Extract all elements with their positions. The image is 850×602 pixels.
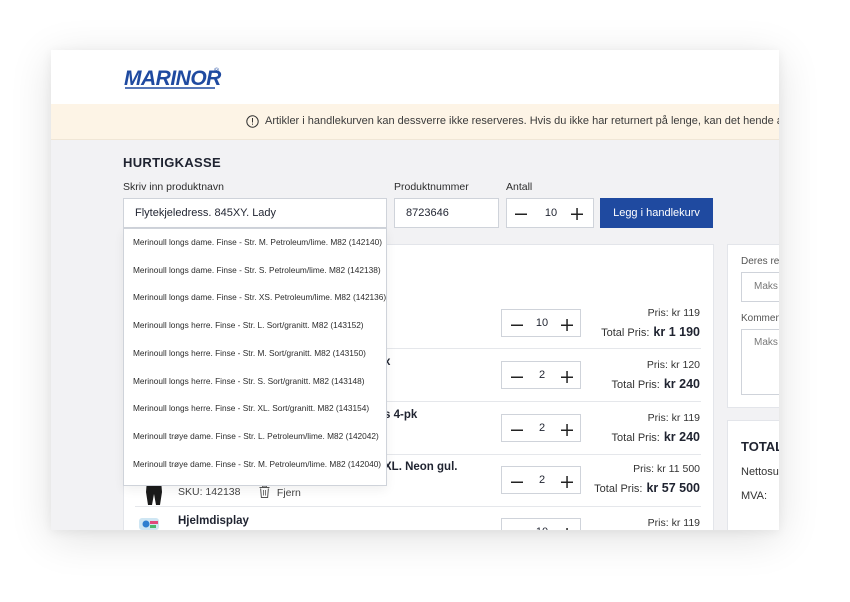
notice-banner: Artikler i handlekurven kan dessverre ik…: [51, 104, 779, 140]
plus-icon[interactable]: [571, 207, 583, 225]
total-price: Total Pris: kr 240: [612, 430, 700, 444]
suggestion-item[interactable]: Merinoull longs dame. Finse - Str. XS. P…: [124, 284, 386, 312]
comment-label: Kommen: [741, 313, 779, 324]
notice-text: Artikler i handlekurven kan dessverre ik…: [265, 115, 779, 127]
quantity-label: Antall: [506, 181, 533, 193]
product-number-input[interactable]: 8723646: [394, 198, 499, 228]
net-sum-label: Nettosu: [741, 466, 779, 478]
total-value: kr 240: [663, 377, 700, 391]
price-label: Pris:: [647, 307, 669, 319]
price-value: kr 119: [671, 412, 700, 424]
unit-price: Pris: kr 120: [647, 359, 700, 371]
minus-icon[interactable]: [511, 318, 523, 336]
suggestion-item[interactable]: Merinoull longs herre. Finse - Str. L. S…: [124, 312, 386, 340]
product-name-input[interactable]: Flytekjeledress. 845XY. Lady: [123, 198, 387, 228]
minus-icon[interactable]: [511, 475, 523, 493]
total-label: Total Pris:: [611, 432, 660, 444]
trash-icon: [259, 484, 270, 498]
suggestion-item[interactable]: Merinoull longs dame. Finse - Str. M. Pe…: [124, 229, 386, 257]
remove-label: Fjern: [276, 487, 301, 499]
price-value: kr 119: [671, 307, 700, 319]
unit-price: Pris: kr 119: [648, 307, 700, 319]
total-label: Total Pris:: [601, 327, 650, 339]
product-name-label: Skriv inn produktnavn: [123, 181, 224, 193]
cart-qty-stepper[interactable]: 10: [501, 309, 581, 337]
row-divider: [135, 506, 701, 507]
unit-price: Pris: kr 119: [648, 517, 700, 529]
plus-icon[interactable]: [561, 423, 573, 441]
product-number-label: Produktnummer: [394, 181, 469, 193]
suggestion-item[interactable]: Merinoull longs herre. Finse - Str. M. S…: [124, 340, 386, 368]
quantity-stepper[interactable]: 10: [506, 198, 594, 228]
suggestion-item[interactable]: Merinoull longs herre. Finse - Str. S. S…: [124, 368, 386, 396]
cart-qty-value: 2: [538, 422, 546, 434]
total-label: Total Pris:: [594, 483, 643, 495]
cart-qty-stepper[interactable]: 2: [501, 361, 581, 389]
price-label: Pris:: [646, 359, 668, 371]
svg-text:®: ®: [214, 67, 220, 75]
app-window: MARINOR ® Artikler i handlekurven kan de…: [51, 50, 779, 530]
plus-icon[interactable]: [561, 318, 573, 336]
price-label: Pris:: [647, 412, 669, 424]
unit-price: Pris: kr 11 500: [633, 463, 700, 475]
cart-qty-stepper[interactable]: 2: [501, 414, 581, 442]
plus-icon[interactable]: [561, 527, 573, 530]
cart-qty-value: 2: [538, 369, 546, 381]
product-name: XL. Neon gul.: [384, 461, 458, 473]
marinor-logo[interactable]: MARINOR ®: [123, 62, 223, 95]
total-price: Total Pris: kr 1 190: [601, 325, 700, 339]
suggestion-item[interactable]: Merinoull trøye dame. Finse - Str. M. Pe…: [124, 451, 386, 479]
product-suggestions-dropdown: Merinoull longs dame. Finse - Str. M. Pe…: [123, 228, 387, 486]
info-icon: [246, 115, 259, 131]
cart-qty-value: 10: [528, 526, 556, 530]
total-price: Total Pris: kr 57 500: [594, 481, 700, 495]
marinor-logo-mark: MARINOR ®: [124, 67, 223, 90]
reference-label: Deres re: [741, 256, 779, 267]
total-value: kr 240: [663, 430, 700, 444]
minus-icon[interactable]: [515, 207, 527, 225]
product-sku: SKU: 142138: [178, 486, 241, 498]
minus-icon[interactable]: [511, 370, 523, 388]
cart-qty-stepper[interactable]: 2: [501, 466, 581, 494]
unit-price: Pris: kr 119: [648, 412, 700, 424]
suggestion-item[interactable]: Merinoull longs dame. Finse - Str. S. Pe…: [124, 257, 386, 285]
price-label: Pris:: [647, 517, 669, 529]
suggestion-item[interactable]: Merinoull longs herre. Finse - Str. XL. …: [124, 395, 386, 423]
product-name: s 4-pk: [384, 409, 418, 421]
minus-icon[interactable]: [511, 423, 523, 441]
cart-qty-value: 10: [535, 317, 549, 329]
minus-icon[interactable]: [511, 527, 523, 530]
totals-title: TOTAL: [741, 439, 779, 454]
product-image: [138, 516, 162, 530]
price-value: kr 120: [670, 359, 700, 371]
total-price: Total Pris: kr 240: [612, 377, 700, 391]
remove-button[interactable]: Fjern: [259, 484, 301, 499]
add-to-cart-button[interactable]: Legg i handlekurv: [600, 198, 713, 228]
cart-qty-value: 2: [538, 474, 546, 486]
plus-icon[interactable]: [561, 370, 573, 388]
site-header: MARINOR ®: [51, 50, 779, 104]
svg-text:MARINOR: MARINOR: [124, 67, 222, 90]
cart-qty-stepper[interactable]: 10: [501, 518, 581, 530]
price-label: Pris:: [633, 463, 655, 475]
price-value: kr 119: [671, 517, 700, 529]
vat-label: MVA:: [741, 490, 768, 502]
quick-checkout-title: HURTIGKASSE: [123, 155, 221, 170]
comment-textarea[interactable]: Maks: [741, 329, 779, 395]
product-name: Hjelmdisplay: [178, 515, 249, 527]
total-value: kr 1 190: [653, 325, 700, 339]
reference-input[interactable]: Maks: [741, 272, 779, 302]
suggestion-item[interactable]: Merinoull trøye dame. Finse - Str. L. Pe…: [124, 423, 386, 451]
quantity-value: 10: [544, 207, 558, 219]
total-value: kr 57 500: [646, 481, 700, 495]
plus-icon[interactable]: [561, 475, 573, 493]
price-value: kr 11 500: [657, 463, 700, 475]
total-label: Total Pris:: [611, 379, 660, 391]
